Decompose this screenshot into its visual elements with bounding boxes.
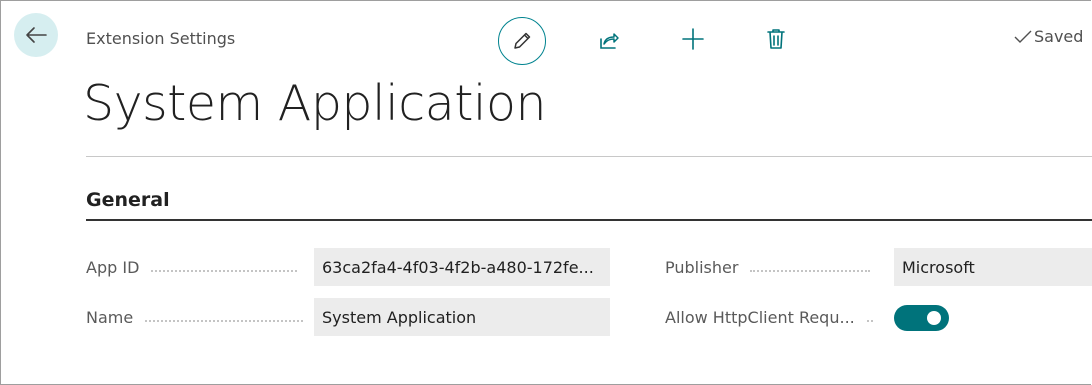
allow-http-label-row: Allow HttpClient Requ... (665, 308, 873, 327)
share-icon (600, 33, 619, 49)
saved-label: Saved (1034, 27, 1084, 46)
add-button[interactable] (677, 23, 709, 55)
name-label-row: Name (86, 308, 304, 327)
app-id-label-row: App ID (86, 258, 298, 277)
publisher-label: Publisher (665, 258, 739, 277)
allow-http-label: Allow HttpClient Requ... (665, 308, 855, 327)
checkmark-icon (1014, 30, 1032, 43)
delete-button[interactable] (761, 24, 791, 54)
plus-icon (682, 28, 704, 50)
section-title-general[interactable]: General (86, 189, 170, 211)
page-frame: Extension Settings Saved System Applicat… (0, 0, 1092, 385)
header-divider (86, 156, 1092, 157)
app-id-label: App ID (86, 258, 140, 277)
pencil-icon (514, 32, 531, 49)
app-id-leader-dots (151, 269, 298, 272)
allow-http-leader-dots (866, 319, 873, 322)
saved-status: Saved (1014, 27, 1083, 46)
toggle-knob (927, 311, 941, 325)
name-leader-dots (145, 319, 304, 322)
back-button[interactable] (14, 13, 58, 57)
name-label: Name (86, 308, 134, 327)
app-id-field[interactable]: 63ca2fa4-4f03-4f2b-a480-172fe... (314, 248, 610, 286)
publisher-field[interactable]: Microsoft (894, 248, 1092, 286)
share-button[interactable] (594, 25, 624, 55)
back-arrow-icon (26, 27, 47, 43)
edit-button[interactable] (498, 17, 546, 65)
page-title: System Application (83, 75, 547, 132)
publisher-label-row: Publisher (665, 258, 871, 277)
breadcrumb: Extension Settings (86, 29, 236, 48)
allow-http-toggle[interactable] (894, 305, 949, 331)
trash-icon (767, 29, 785, 49)
publisher-leader-dots (750, 269, 871, 272)
name-field[interactable]: System Application (314, 298, 610, 336)
section-divider (86, 219, 1092, 221)
